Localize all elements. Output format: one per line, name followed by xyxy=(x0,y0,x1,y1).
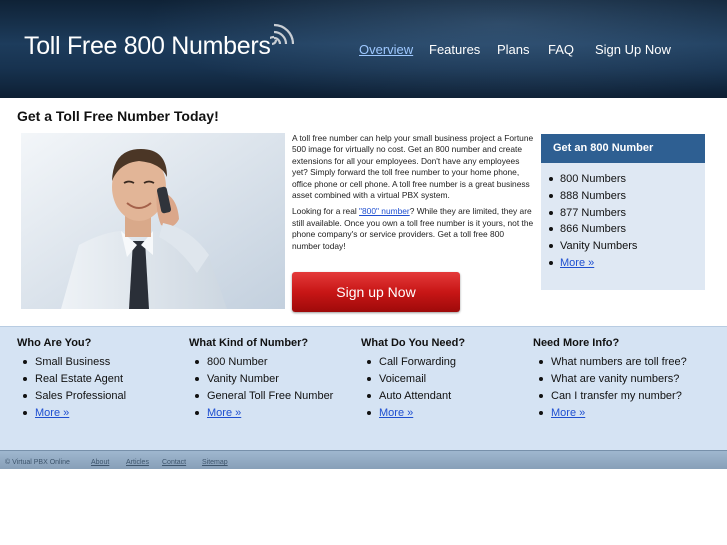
list-item: Sales Professional xyxy=(17,388,126,405)
footer-link-articles[interactable]: Articles xyxy=(126,459,149,466)
list-item: 888 Numbers xyxy=(547,188,705,205)
intro-paragraph-1: A toll free number can help your small b… xyxy=(292,133,534,201)
site-header: Toll Free 800 Numbers Overview Features … xyxy=(0,0,727,98)
intro-text: A toll free number can help your small b… xyxy=(292,133,534,257)
footer-link-contact[interactable]: Contact xyxy=(162,459,186,466)
more-link[interactable]: More » xyxy=(207,407,241,419)
list-item: Auto Attendant xyxy=(361,388,465,405)
column-title: What Do You Need? xyxy=(361,337,466,349)
intro-paragraph-2: Looking for a real "800" number? While t… xyxy=(292,206,534,251)
info-columns-band: Who Are You? Small Business Real Estate … xyxy=(0,326,727,450)
column-title: Who Are You? xyxy=(17,337,92,349)
list-item: Vanity Numbers xyxy=(547,238,705,255)
sign-up-now-button[interactable]: Sign up Now xyxy=(292,272,460,312)
column-what-kind-of-number: What Kind of Number? 800 Number Vanity N… xyxy=(189,337,333,422)
list-item: 800 Number xyxy=(189,354,333,371)
more-link[interactable]: More » xyxy=(551,407,585,419)
footer-link-sitemap[interactable]: Sitemap xyxy=(202,459,228,466)
nav-features[interactable]: Features xyxy=(429,42,480,57)
list-item: More » xyxy=(533,405,687,422)
number-type-list: 800 Numbers 888 Numbers 877 Numbers 866 … xyxy=(541,163,705,272)
get-800-number-title: Get an 800 Number xyxy=(541,134,705,163)
footer-copyright: © Virtual PBX Online xyxy=(5,459,70,466)
column-who-are-you: Who Are You? Small Business Real Estate … xyxy=(17,337,126,422)
more-link[interactable]: More » xyxy=(379,407,413,419)
nav-plans[interactable]: Plans xyxy=(497,42,530,57)
list-item: Voicemail xyxy=(361,371,465,388)
800-number-link[interactable]: "800" number xyxy=(359,206,410,216)
list-item: More » xyxy=(189,405,333,422)
businessman-illustration xyxy=(21,133,285,309)
list-item: 800 Numbers xyxy=(547,171,705,188)
list-item: What are vanity numbers? xyxy=(533,371,687,388)
list-item: More » xyxy=(361,405,465,422)
column-need-more-info: Need More Info? What numbers are toll fr… xyxy=(533,337,687,422)
footer-link-about[interactable]: About xyxy=(91,459,109,466)
nav-faq[interactable]: FAQ xyxy=(548,42,574,57)
list-item: What numbers are toll free? xyxy=(533,354,687,371)
list-item: 877 Numbers xyxy=(547,205,705,222)
site-logo[interactable]: Toll Free 800 Numbers xyxy=(24,32,271,61)
nav-overview[interactable]: Overview xyxy=(359,42,413,57)
column-what-do-you-need: What Do You Need? Call Forwarding Voicem… xyxy=(361,337,465,422)
list-item: Can I transfer my number? xyxy=(533,388,687,405)
list-item: 866 Numbers xyxy=(547,221,705,238)
nav-sign-up-now[interactable]: Sign Up Now xyxy=(595,42,671,57)
column-title: What Kind of Number? xyxy=(189,337,309,349)
list-item: Small Business xyxy=(17,354,126,371)
signal-waves-icon xyxy=(270,23,294,46)
list-item: Real Estate Agent xyxy=(17,371,126,388)
more-link[interactable]: More » xyxy=(35,407,69,419)
list-item: Call Forwarding xyxy=(361,354,465,371)
businessman-on-phone-image xyxy=(21,133,285,309)
get-800-number-box: Get an 800 Number 800 Numbers 888 Number… xyxy=(541,134,705,290)
more-numbers-link[interactable]: More » xyxy=(560,257,594,269)
page-headline: Get a Toll Free Number Today! xyxy=(17,108,219,124)
site-footer: © Virtual PBX Online About Articles Cont… xyxy=(0,450,727,469)
list-item: General Toll Free Number xyxy=(189,388,333,405)
column-title: Need More Info? xyxy=(533,337,620,349)
list-item: More » xyxy=(547,255,705,272)
list-item: Vanity Number xyxy=(189,371,333,388)
list-item: More » xyxy=(17,405,126,422)
